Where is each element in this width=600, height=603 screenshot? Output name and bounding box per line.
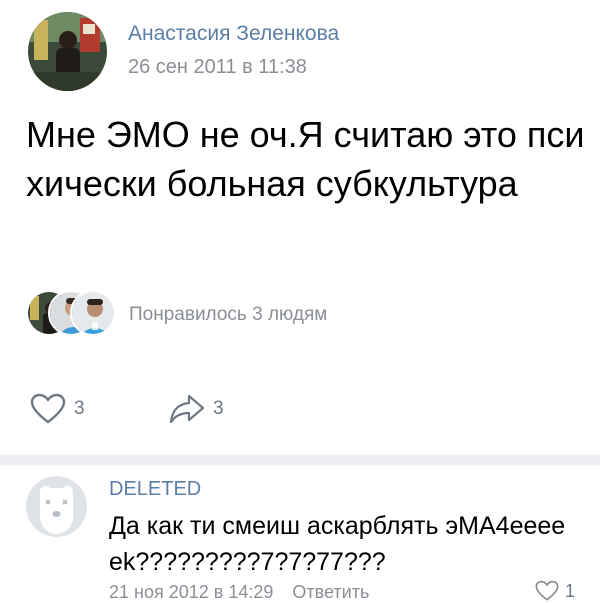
deleted-user-dog-icon [26,476,87,537]
liked-by-text[interactable]: Понравилось 3 людям [129,304,327,326]
heart-outline-icon [535,580,559,601]
avatar-photo [28,12,107,91]
heart-outline-icon [30,393,66,424]
share-count: 3 [213,398,224,419]
likers-avatars[interactable] [26,290,116,336]
comment-text: Да как ти смеиш аскарблять эМА4eeeeek???… [109,512,566,576]
share-arrow-icon [169,394,205,424]
section-divider [0,455,600,465]
comment-avatar[interactable] [26,476,87,537]
post-card: Анастасия Зеленкова 26 сен 2011 в 11:38 … [0,0,600,455]
post-date[interactable]: 26 сен 2011 в 11:38 [128,56,307,79]
like-count: 3 [74,398,85,419]
author-name[interactable]: Анастасия Зеленкова [128,22,339,46]
author-avatar[interactable] [28,12,107,91]
liker-avatar [70,290,116,336]
share-button[interactable]: 3 [169,393,224,425]
comment-meta: 21 ноя 2012 в 14:29 Ответить [109,582,369,603]
reply-button[interactable]: Ответить [292,582,369,602]
like-button[interactable]: 3 [30,393,85,425]
comment-like-button[interactable]: 1 [535,580,575,602]
comment-author[interactable]: DELETED [109,478,201,501]
comment-like-count: 1 [565,580,576,601]
comment-date[interactable]: 21 ноя 2012 в 14:29 [109,582,273,602]
post-text: Мне ЭМО не оч.Я считаю это психически бо… [26,114,585,204]
